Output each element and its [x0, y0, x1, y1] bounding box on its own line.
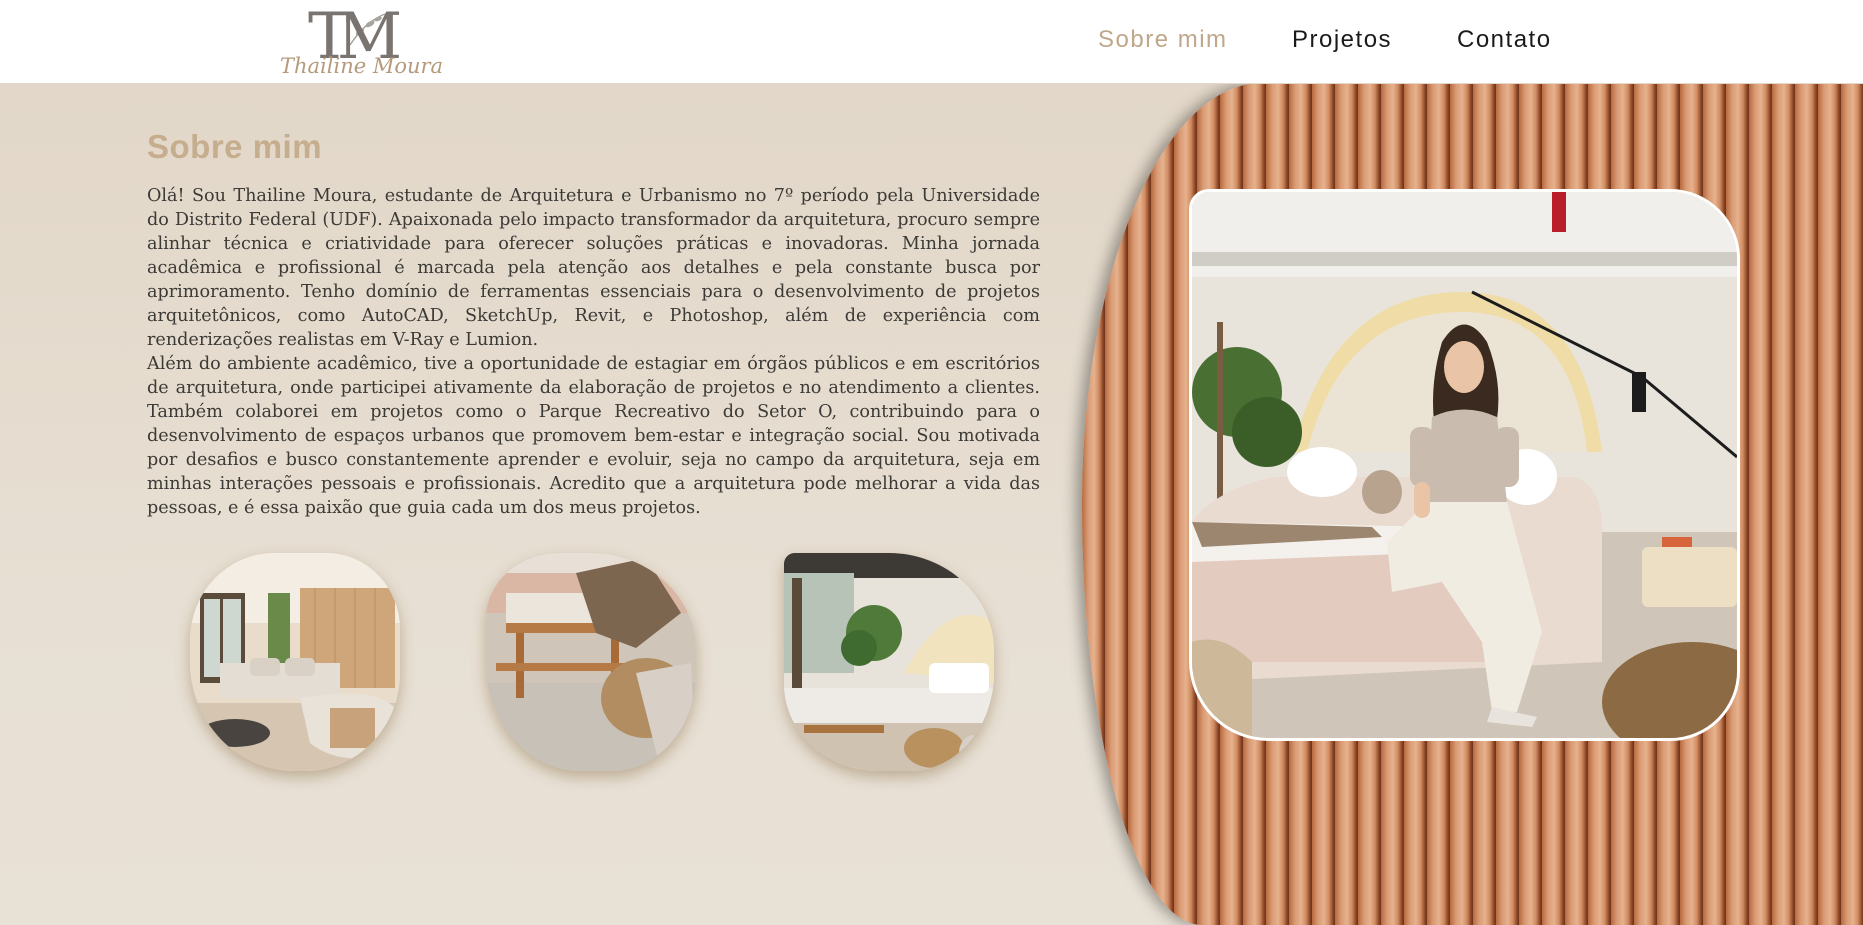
about-paragraph: Olá! Sou Thailine Moura, estudante de Ar… — [147, 186, 1040, 350]
logo[interactable]: TM Thailine Moura — [280, 2, 444, 80]
project-thumbnail-bedroom[interactable] — [784, 553, 994, 771]
section-title: Sobre mim — [147, 128, 323, 165]
project-thumbnail-living-room[interactable] — [190, 553, 400, 771]
project-thumbnail-bench[interactable] — [486, 553, 696, 771]
site-header: TM Thailine Moura Sobre mim Projetos Con… — [0, 0, 1863, 84]
nav-projetos[interactable]: Projetos — [1292, 26, 1392, 54]
logo-name: Thailine Moura — [280, 54, 444, 78]
nav-sobre-mim[interactable]: Sobre mim — [1098, 26, 1228, 54]
nav-contato[interactable]: Contato — [1457, 26, 1552, 54]
about-paragraph: Além do ambiente acadêmico, tive a oport… — [147, 354, 1040, 518]
profile-photo — [1189, 189, 1740, 741]
